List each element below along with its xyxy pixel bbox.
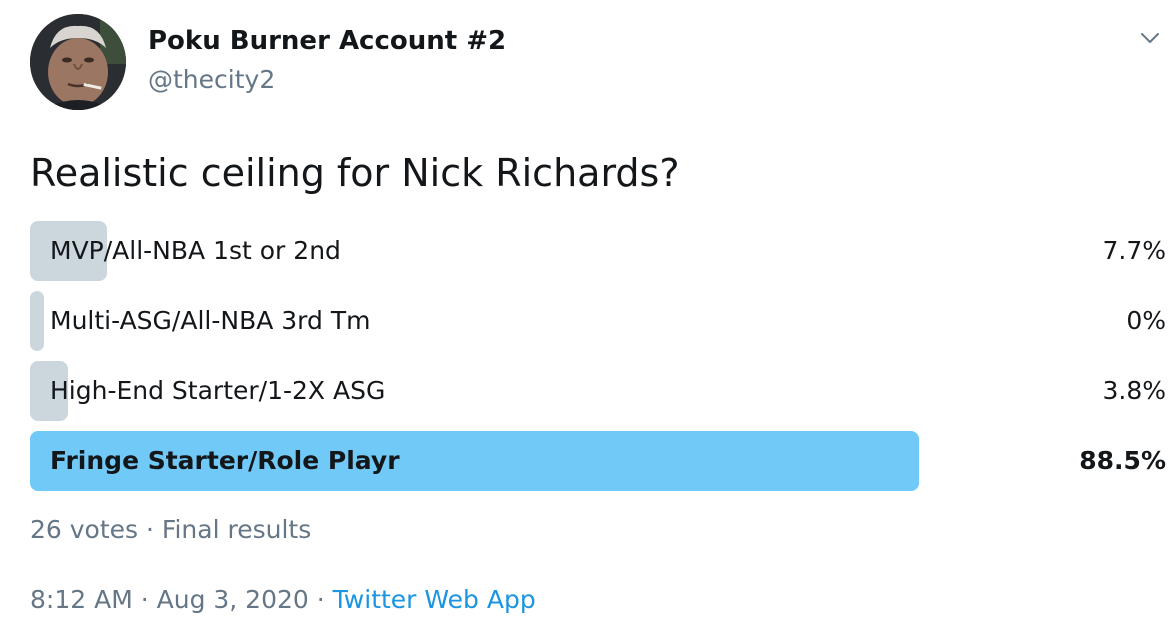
tweet-date[interactable]: Aug 3, 2020 <box>157 585 309 614</box>
tweet-meta: 8:12 AM · Aug 3, 2020 · Twitter Web App <box>30 580 536 620</box>
poll-option-bar <box>30 291 44 351</box>
profile-photo-icon <box>30 14 126 110</box>
author-display-name[interactable]: Poku Burner Account #2 <box>148 22 506 60</box>
separator-dot: · <box>146 515 154 544</box>
poll-option: High-End Starter/1-2X ASG 3.8% <box>30 361 1166 421</box>
poll-option-percent: 3.8% <box>1102 376 1166 405</box>
author-handle[interactable]: @thecity2 <box>148 62 275 98</box>
poll-option-label: Fringe Starter/Role Playr <box>50 446 400 475</box>
poll-question: Realistic ceiling for Nick Richards? <box>30 151 680 195</box>
poll-option-percent: 88.5% <box>1079 446 1166 475</box>
poll-status: Final results <box>161 515 312 544</box>
avatar[interactable] <box>30 14 126 110</box>
poll-option-label: Multi-ASG/All-NBA 3rd Tm <box>50 306 371 335</box>
poll-option-percent: 7.7% <box>1102 236 1166 265</box>
poll-option: MVP/All-NBA 1st or 2nd 7.7% <box>30 221 1166 281</box>
separator-dot: · <box>316 585 325 614</box>
vote-count: 26 votes <box>30 515 139 544</box>
poll-option-winner: Fringe Starter/Role Playr 88.5% <box>30 431 1166 491</box>
separator-dot: · <box>140 585 149 614</box>
tweet-source-link[interactable]: Twitter Web App <box>333 585 536 614</box>
poll-summary: 26 votes · Final results <box>30 510 311 550</box>
poll-option-percent: 0% <box>1126 306 1166 335</box>
poll-option-label: High-End Starter/1-2X ASG <box>50 376 386 405</box>
tweet-time[interactable]: 8:12 AM <box>30 585 133 614</box>
chevron-down-icon[interactable] <box>1138 26 1162 50</box>
poll-option-label: MVP/All-NBA 1st or 2nd <box>50 236 341 265</box>
poll-option: Multi-ASG/All-NBA 3rd Tm 0% <box>30 291 1166 351</box>
